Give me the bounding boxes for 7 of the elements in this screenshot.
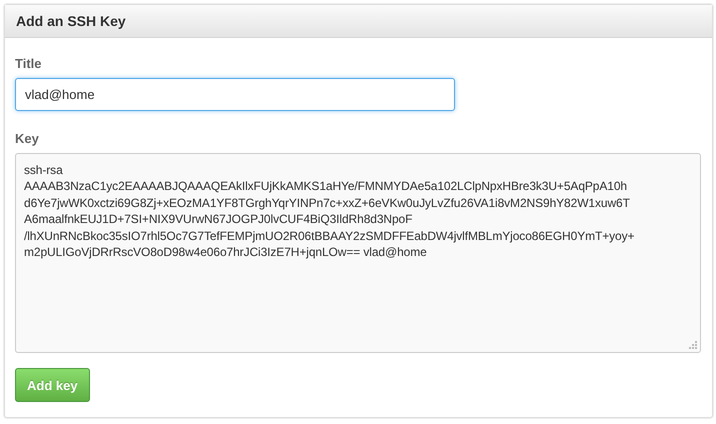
panel-title: Add an SSH Key: [16, 13, 126, 29]
field-label: Title: [15, 56, 42, 71]
key-text: ssh-rsa AAAAB3NzaC1yc2EAAAABJQAAAQEAkIlxFUjKkAMKS1aHYe/FMNMYDAe5a102LClpNpxHBre3k3U+5AqPpA10h d6Ye7jwWK0xctzi69G8Zj+xEOzMA1YF8TGrghYqrYINPn7c+xxZ+6eVKw0uJyLvZfu26VA1i8vM2NS9hY82W1xuw6T A6maalfnkEUJ1D+7SI+NIX9VUrwN67JOGPJ0lvCUF4BiQ3IldRh8d3NpoF /lhXUnRNcBkoc35sIO7rhl5Oc7G7TefFEMPjmUO2R06tBBAAY2zSMDFFEabDW4jvlfMBLmYjoco86EGH0YmT+yoy+ m2pULIGoVjDRrRscVO8oD98w4e06o7hrJCi3IzE7H+jqnLOw== vlad@home: [24, 162, 634, 260]
resize-grip-icon[interactable]: [688, 340, 697, 349]
title-input-field[interactable]: vlad@home: [15, 78, 455, 111]
key-text-area[interactable]: [15, 153, 701, 353]
field-label: Key: [15, 131, 39, 146]
